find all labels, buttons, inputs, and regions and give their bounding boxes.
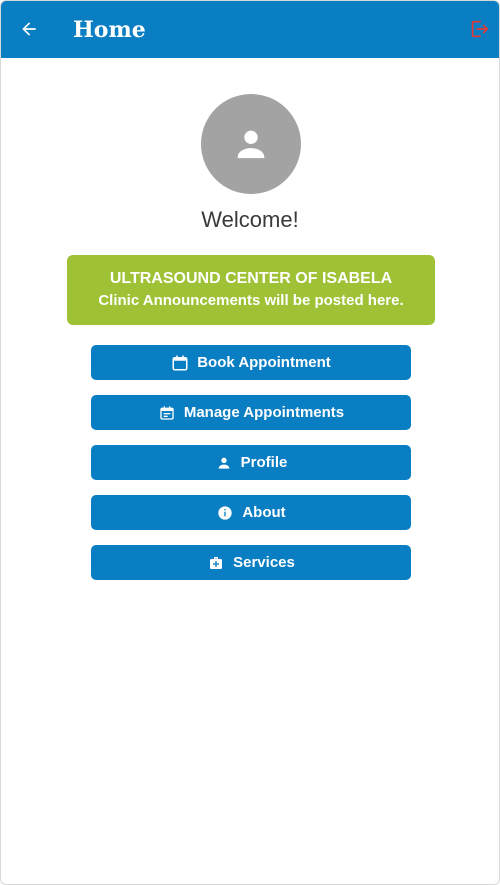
app-screen: Home Welcome! ULTRASOUND CENTER OF ISABE… <box>0 0 500 885</box>
announcement-title: ULTRASOUND CENTER OF ISABELA <box>109 270 393 287</box>
page-title: Home <box>73 17 146 43</box>
person-icon <box>215 454 233 472</box>
info-icon <box>216 504 234 522</box>
announcement-card: ULTRASOUND CENTER OF ISABELA Clinic Anno… <box>67 255 435 325</box>
book-appointment-button[interactable]: Book Appointment <box>91 345 411 380</box>
book-appointment-label: Book Appointment <box>197 354 331 371</box>
calendar-event-icon <box>158 404 176 422</box>
person-icon <box>237 130 265 159</box>
about-label: About <box>242 504 286 521</box>
app-bar: Home <box>1 1 499 58</box>
services-button[interactable]: Services <box>91 545 411 580</box>
manage-appointments-label: Manage Appointments <box>183 404 345 421</box>
back-button[interactable] <box>17 17 41 41</box>
profile-button[interactable]: Profile <box>91 445 411 480</box>
logout-button[interactable] <box>467 17 491 41</box>
services-label: Services <box>233 554 295 571</box>
about-button[interactable]: About <box>91 495 411 530</box>
calendar-icon <box>171 354 189 372</box>
welcome-text: Welcome! <box>201 207 299 232</box>
medical-bag-icon <box>207 554 225 572</box>
manage-appointments-button[interactable]: Manage Appointments <box>91 395 411 430</box>
arrow-left-icon <box>22 22 36 36</box>
avatar <box>201 94 301 194</box>
profile-label: Profile <box>240 454 288 471</box>
announcement-message: Clinic Announcements will be posted here… <box>98 292 404 309</box>
logout-icon <box>471 20 489 38</box>
